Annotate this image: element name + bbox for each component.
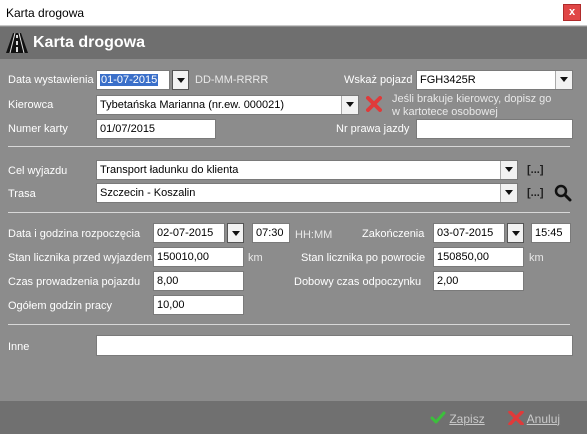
licznik-przed-label: Stan licznika przed wyjazdem [8, 252, 153, 264]
cancel-x-icon [508, 410, 524, 426]
zakonczenie-label: Zakończenia [362, 228, 425, 240]
inne-label: Inne [8, 341, 30, 353]
licznik-po-input[interactable]: 150850,00 [433, 247, 524, 267]
licznik-przed-input[interactable]: 150010,00 [153, 247, 244, 267]
search-icon[interactable] [554, 184, 572, 202]
chevron-down-icon [555, 71, 572, 89]
chevron-down-icon [500, 184, 517, 202]
cel-wyjazdu-select[interactable]: Transport ładunku do klienta [96, 160, 518, 180]
chevron-down-icon [500, 161, 517, 179]
numer-karty-input[interactable]: 01/07/2015 [96, 119, 216, 139]
licznik-po-label: Stan licznika po powrocie [301, 252, 426, 264]
section-divider [8, 212, 570, 213]
dialog-title: Karta drogowa [33, 34, 146, 51]
dialog-header: Karta drogowa [0, 27, 587, 59]
save-label: Zapisz [449, 412, 485, 426]
licznik-przed-unit: km [248, 252, 263, 264]
numer-karty-label: Numer karty [8, 123, 68, 135]
trasa-select[interactable]: Szczecin - Koszalin [96, 183, 518, 203]
window-titlebar: Karta drogowa x [0, 0, 587, 26]
godziny-pracy-label: Ogółem godzin pracy [8, 300, 112, 312]
trasa-label: Trasa [8, 188, 36, 200]
kierowca-select[interactable]: Tybetańska Marianna (nr.ew. 000021) [96, 95, 359, 115]
kierowca-hint-line1: Jeśli brakuje kierowcy, dopisz go [392, 93, 552, 105]
odpoczynek-input[interactable]: 2,00 [433, 271, 524, 291]
nr-prawa-jazdy-input[interactable] [416, 119, 573, 139]
clear-driver-icon[interactable] [366, 96, 382, 112]
licznik-po-unit: km [529, 252, 544, 264]
cancel-button[interactable]: Anuluj [508, 410, 561, 426]
save-button[interactable]: Zapisz [430, 411, 485, 426]
section-divider [8, 146, 570, 147]
kierowca-label: Kierowca [8, 99, 54, 111]
rozpoczecie-date-input[interactable]: 02-07-2015 [153, 223, 225, 243]
data-wystawienia-calendar-button[interactable] [172, 70, 189, 90]
checkmark-icon [430, 411, 446, 424]
rozpoczecie-time-input[interactable]: 07:30 [252, 223, 290, 243]
cel-wyjazdu-more-button[interactable]: [...] [527, 164, 544, 176]
rozpoczecie-label: Data i godzina rozpoczęcia [8, 228, 141, 240]
godziny-pracy-input[interactable]: 10,00 [153, 295, 244, 315]
pojazd-select[interactable]: FGH3425R [416, 70, 573, 90]
cel-wyjazdu-label: Cel wyjazdu [8, 165, 68, 177]
zakonczenie-calendar-button[interactable] [507, 223, 524, 243]
pojazd-label: Wskaż pojazd [344, 74, 413, 86]
odpoczynek-label: Dobowy czas odpoczynku [294, 276, 422, 288]
date-format-hint: DD-MM-RRRR [195, 74, 269, 86]
data-wystawienia-input[interactable]: 01-07-2015 [96, 70, 170, 90]
czas-prowadzenia-label: Czas prowadzenia pojazdu [8, 276, 141, 288]
section-divider [8, 324, 570, 325]
dialog-footer: Zapisz Anuluj [0, 401, 587, 434]
nr-prawa-jazdy-label: Nr prawa jazdy [336, 123, 410, 135]
rozpoczecie-calendar-button[interactable] [227, 223, 244, 243]
czas-prowadzenia-input[interactable]: 8,00 [153, 271, 244, 291]
chevron-down-icon [341, 96, 358, 114]
zakonczenie-date-input[interactable]: 03-07-2015 [433, 223, 505, 243]
cancel-label: Anuluj [526, 412, 561, 426]
time-format-hint: HH:MM [295, 229, 333, 241]
data-wystawienia-label: Data wystawienia [8, 74, 94, 86]
zakonczenie-time-input[interactable]: 15:45 [531, 223, 571, 243]
window-title: Karta drogowa [6, 6, 85, 20]
inne-input[interactable] [96, 335, 573, 356]
kierowca-hint-line2: w kartotece osobowej [392, 106, 498, 118]
trasa-more-button[interactable]: [...] [527, 187, 544, 199]
road-icon [6, 33, 28, 53]
close-button[interactable]: x [563, 4, 581, 21]
